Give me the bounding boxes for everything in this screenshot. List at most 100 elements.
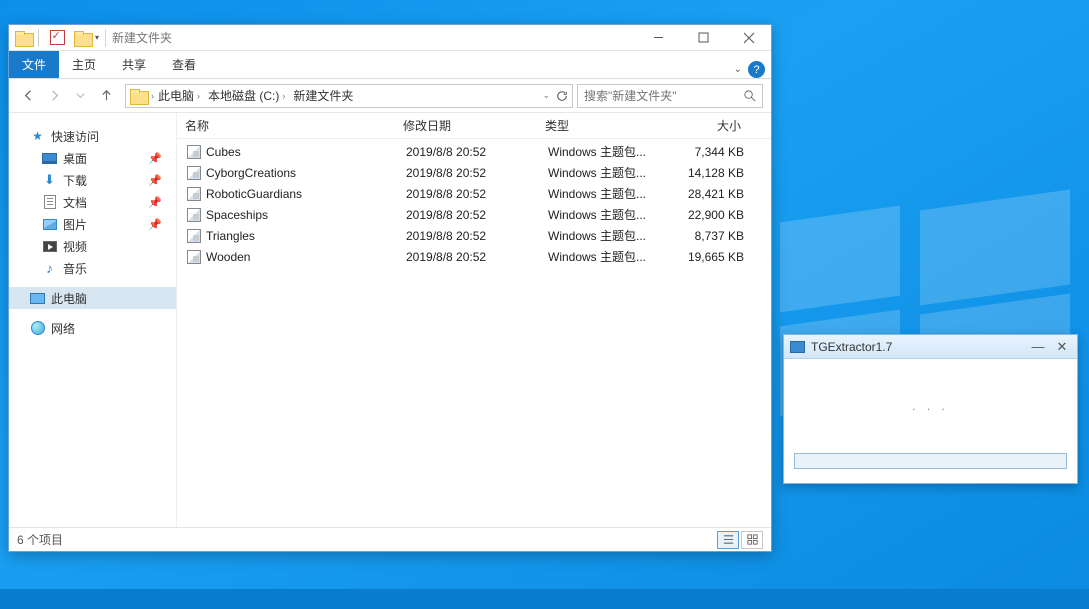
search-input[interactable] — [584, 89, 743, 103]
document-icon — [41, 194, 58, 210]
download-icon: ⬇ — [41, 172, 58, 188]
column-name[interactable]: 名称 — [185, 117, 403, 134]
file-date: 2019/8/8 20:52 — [406, 166, 548, 180]
address-folder-icon — [126, 89, 151, 103]
small-window-body: . . . — [784, 359, 1077, 453]
column-headers: 名称 修改日期 类型 大小 — [177, 113, 771, 139]
column-size[interactable]: 大小 — [661, 117, 751, 134]
qat-dropdown-caret[interactable]: ▾ — [95, 33, 99, 42]
refresh-icon[interactable] — [556, 90, 568, 102]
taskbar[interactable] — [0, 589, 1089, 609]
navigation-bar: › 此电脑› 本地磁盘 (C:)› 新建文件夹 ⌄ — [9, 79, 771, 113]
column-date[interactable]: 修改日期 — [403, 117, 545, 134]
breadcrumb-segment[interactable]: 本地磁盘 (C:)› — [204, 87, 289, 104]
nav-back-button[interactable] — [17, 85, 39, 107]
file-name: RoboticGuardians — [206, 187, 406, 201]
small-window-title: TGExtractor1.7 — [811, 340, 892, 354]
close-button[interactable] — [726, 25, 771, 51]
search-icon[interactable] — [743, 89, 756, 102]
file-date: 2019/8/8 20:52 — [406, 187, 548, 201]
tab-view[interactable]: 查看 — [159, 51, 209, 78]
sidebar-label: 网络 — [51, 320, 75, 337]
tgextractor-window: TGExtractor1.7 — ✕ . . . — [783, 334, 1078, 484]
sidebar-item-music[interactable]: ♪ 音乐 — [9, 257, 176, 279]
sidebar-item-desktop[interactable]: 桌面 📌 — [9, 147, 176, 169]
small-titlebar[interactable]: TGExtractor1.7 — ✕ — [784, 335, 1077, 359]
sidebar-item-pictures[interactable]: 图片 📌 — [9, 213, 176, 235]
small-minimize-button[interactable]: — — [1029, 339, 1047, 355]
sidebar-label: 文档 — [63, 194, 87, 211]
sidebar-label: 图片 — [63, 216, 87, 233]
help-icon[interactable]: ? — [748, 61, 765, 78]
sidebar-label: 桌面 — [63, 150, 87, 167]
tab-file[interactable]: 文件 — [9, 51, 59, 78]
view-details-button[interactable] — [717, 531, 739, 549]
file-name: Spaceships — [206, 208, 406, 222]
status-bar: 6 个项目 — [9, 527, 771, 551]
file-date: 2019/8/8 20:52 — [406, 229, 548, 243]
sidebar-label: 此电脑 — [51, 290, 87, 307]
themefile-icon — [185, 144, 202, 160]
folder-icon — [12, 27, 34, 49]
address-dropdown-icon[interactable]: ⌄ — [542, 90, 550, 101]
file-row[interactable]: Triangles2019/8/8 20:52Windows 主题包...8,7… — [177, 225, 771, 246]
sidebar-label: 视频 — [63, 238, 87, 255]
view-icons-button[interactable] — [741, 531, 763, 549]
qat-newfolder-button[interactable] — [71, 27, 93, 49]
file-type: Windows 主题包... — [548, 227, 664, 244]
nav-recent-dropdown[interactable] — [69, 85, 91, 107]
star-icon: ★ — [29, 128, 46, 144]
file-size: 14,128 KB — [664, 166, 754, 180]
pin-icon: 📌 — [148, 174, 162, 187]
sidebar-label: 快速访问 — [51, 128, 99, 145]
themefile-icon — [185, 186, 202, 202]
search-box[interactable] — [577, 84, 763, 108]
breadcrumb-segment[interactable]: 新建文件夹 — [289, 87, 357, 104]
ribbon-expand-icon[interactable]: ⌄ — [734, 64, 742, 75]
network-icon — [29, 320, 46, 336]
file-list-area: 名称 修改日期 类型 大小 Cubes2019/8/8 20:52Windows… — [177, 113, 771, 527]
file-size: 8,737 KB — [664, 229, 754, 243]
sidebar-network[interactable]: 网络 — [9, 317, 176, 339]
file-row[interactable]: Wooden2019/8/8 20:52Windows 主题包...19,665… — [177, 246, 771, 267]
sidebar-item-downloads[interactable]: ⬇ 下载 📌 — [9, 169, 176, 191]
file-size: 22,900 KB — [664, 208, 754, 222]
video-icon — [41, 238, 58, 254]
file-type: Windows 主题包... — [548, 248, 664, 265]
file-date: 2019/8/8 20:52 — [406, 145, 548, 159]
minimize-button[interactable] — [636, 25, 681, 51]
pin-icon: 📌 — [148, 152, 162, 165]
file-size: 28,421 KB — [664, 187, 754, 201]
sidebar-item-documents[interactable]: 文档 📌 — [9, 191, 176, 213]
nav-forward-button[interactable] — [43, 85, 65, 107]
file-row[interactable]: Spaceships2019/8/8 20:52Windows 主题包...22… — [177, 204, 771, 225]
sidebar-quickaccess[interactable]: ★ 快速访问 — [9, 125, 176, 147]
qat-properties-button[interactable] — [46, 27, 68, 49]
picture-icon — [41, 216, 58, 232]
themefile-icon — [185, 249, 202, 265]
address-bar[interactable]: › 此电脑› 本地磁盘 (C:)› 新建文件夹 ⌄ — [125, 84, 573, 108]
file-name: CyborgCreations — [206, 166, 406, 180]
tab-home[interactable]: 主页 — [59, 51, 109, 78]
sidebar-item-videos[interactable]: 视频 — [9, 235, 176, 257]
small-close-button[interactable]: ✕ — [1053, 339, 1071, 355]
file-type: Windows 主题包... — [548, 164, 664, 181]
navigation-pane: ★ 快速访问 桌面 📌 ⬇ 下载 📌 文档 📌 — [9, 113, 177, 527]
status-text: 6 个项目 — [17, 531, 63, 548]
titlebar[interactable]: ▾ 新建文件夹 — [9, 25, 771, 51]
file-list: Cubes2019/8/8 20:52Windows 主题包...7,344 K… — [177, 139, 771, 269]
sidebar-thispc[interactable]: 此电脑 — [9, 287, 176, 309]
file-size: 19,665 KB — [664, 250, 754, 264]
file-row[interactable]: Cubes2019/8/8 20:52Windows 主题包...7,344 K… — [177, 141, 771, 162]
desktop-icon — [41, 150, 58, 166]
nav-up-button[interactable] — [95, 85, 117, 107]
themefile-icon — [185, 228, 202, 244]
tab-share[interactable]: 共享 — [109, 51, 159, 78]
separator — [105, 29, 106, 47]
column-type[interactable]: 类型 — [545, 117, 661, 134]
file-row[interactable]: CyborgCreations2019/8/8 20:52Windows 主题包… — [177, 162, 771, 183]
sidebar-label: 音乐 — [63, 260, 87, 277]
maximize-button[interactable] — [681, 25, 726, 51]
file-row[interactable]: RoboticGuardians2019/8/8 20:52Windows 主题… — [177, 183, 771, 204]
breadcrumb-segment[interactable]: 此电脑› — [154, 87, 204, 104]
